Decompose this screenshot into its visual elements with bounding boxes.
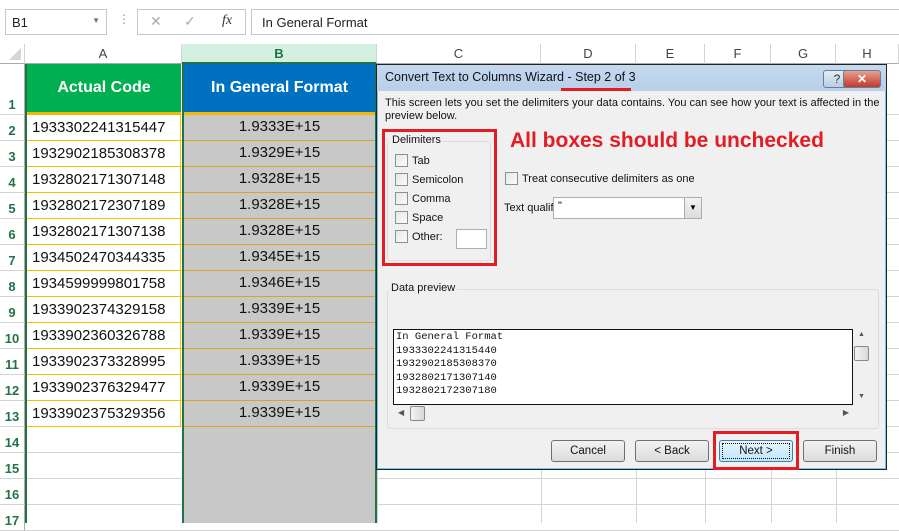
cell-b2[interactable]: 1.9333E+15	[184, 115, 375, 141]
cell-b11[interactable]: 1.9339E+15	[184, 349, 375, 375]
preview-line: 1932902185308370	[396, 358, 497, 370]
cell-a11[interactable]: 1933902373328995	[27, 349, 181, 375]
delimiters-highlight	[382, 129, 497, 266]
dialog-title-text: Convert Text to Columns Wizard -	[385, 70, 576, 84]
row-header-4[interactable]: 4	[0, 167, 25, 193]
cell-a13[interactable]: 1933902375329356	[27, 401, 181, 427]
cell-a9[interactable]: 1933902374329158	[27, 297, 181, 323]
column-header-b[interactable]: B	[182, 44, 377, 64]
cell-a7[interactable]: 1934502470344335	[27, 245, 181, 271]
scroll-thumb[interactable]	[410, 406, 425, 421]
cancel-icon[interactable]: ✕	[150, 13, 162, 30]
cell-a6[interactable]: 1932802171307138	[27, 219, 181, 245]
drag-handle-icon[interactable]: ⋮	[118, 12, 130, 26]
gridline	[25, 478, 899, 479]
cell-b1[interactable]: In General Format	[184, 64, 375, 115]
horizontal-scrollbar[interactable]: ◀ ▶	[393, 405, 853, 422]
column-header-f[interactable]: F	[705, 44, 771, 64]
checkbox-box[interactable]	[505, 172, 518, 185]
column-header-g[interactable]: G	[771, 44, 836, 64]
close-button[interactable]: ✕	[843, 70, 881, 88]
row-header-11[interactable]: 11	[0, 349, 25, 375]
gridline	[25, 504, 899, 505]
cell-b4[interactable]: 1.9328E+15	[184, 167, 375, 193]
cell-a2[interactable]: 1933302241315447	[27, 115, 181, 141]
formula-input[interactable]: In General Format	[251, 9, 899, 35]
cell-b8[interactable]: 1.9346E+15	[184, 271, 375, 297]
cell-a5[interactable]: 1932802172307189	[27, 193, 181, 219]
preview-line: In General Format	[396, 331, 504, 343]
row-header-5[interactable]: 5	[0, 193, 25, 219]
row-header-6[interactable]: 6	[0, 219, 25, 245]
row-header-16[interactable]: 16	[0, 479, 25, 505]
cell-b13[interactable]: 1.9339E+15	[184, 401, 375, 427]
finish-button[interactable]: Finish	[803, 440, 877, 462]
next-highlight	[713, 431, 799, 470]
formula-buttons: ✕ ✓ fx	[137, 9, 246, 35]
column-header-c[interactable]: C	[377, 44, 541, 64]
data-preview: In General Format 1933302241315440 1932902…	[393, 329, 853, 405]
consecutive-label: Treat consecutive delimiters as one	[522, 172, 695, 185]
preview-line: 1932802172307180	[396, 385, 497, 397]
preview-line: 1932802171307140	[396, 371, 497, 384]
row-header-14[interactable]: 14	[0, 427, 25, 453]
cell-a12[interactable]: 1933902376329477	[27, 375, 181, 401]
cell-b9[interactable]: 1.9339E+15	[184, 297, 375, 323]
select-all-corner[interactable]	[0, 44, 25, 64]
cell-a1[interactable]: Actual Code	[27, 64, 181, 115]
function-icon[interactable]: fx	[222, 13, 232, 29]
cell-a3[interactable]: 1932902185308378	[27, 141, 181, 167]
row-header-3[interactable]: 3	[0, 141, 25, 167]
cell-a10[interactable]: 1933902360326788	[27, 323, 181, 349]
column-header-h[interactable]: H	[836, 44, 899, 64]
scroll-right-icon[interactable]: ▶	[843, 408, 849, 417]
chevron-down-icon[interactable]: ▼	[684, 198, 701, 218]
scroll-down-icon[interactable]: ▼	[858, 393, 865, 400]
step-underline	[561, 88, 631, 91]
cell-a4[interactable]: 1932802171307148	[27, 167, 181, 193]
name-box[interactable]: B1 ▼	[5, 9, 107, 35]
cell-b5[interactable]: 1.9328E+15	[184, 193, 375, 219]
scroll-left-icon[interactable]: ◀	[398, 408, 404, 417]
vertical-scrollbar[interactable]: ▲ ▼	[853, 329, 870, 405]
cell-b12[interactable]: 1.9339E+15	[184, 375, 375, 401]
scroll-thumb[interactable]	[854, 346, 869, 361]
dialog-step: Step 2 of 3	[575, 70, 636, 84]
scroll-up-icon[interactable]: ▲	[858, 331, 865, 338]
cell-b7[interactable]: 1.9345E+15	[184, 245, 375, 271]
annotation-text: All boxes should be unchecked	[510, 129, 824, 152]
row-header-9[interactable]: 9	[0, 297, 25, 323]
consecutive-checkbox[interactable]: Treat consecutive delimiters as one	[505, 172, 695, 185]
cell-b3[interactable]: 1.9329E+15	[184, 141, 375, 167]
text-to-columns-dialog: Convert Text to Columns Wizard - Step 2 …	[376, 64, 887, 470]
column-header-d[interactable]: D	[541, 44, 636, 64]
qualifier-value: "	[558, 200, 562, 212]
formula-bar: B1 ▼ ⋮ ✕ ✓ fx In General Format	[0, 0, 899, 44]
row-header-15[interactable]: 15	[0, 453, 25, 479]
row-header-8[interactable]: 8	[0, 271, 25, 297]
dialog-description: This screen lets you set the delimiters …	[385, 97, 880, 122]
cell-a8[interactable]: 1934599999801758	[27, 271, 181, 297]
row-header-12[interactable]: 12	[0, 375, 25, 401]
column-header-a[interactable]: A	[25, 44, 182, 64]
dialog-title: Convert Text to Columns Wizard - Step 2 …	[377, 65, 886, 91]
row-header-2[interactable]: 2	[0, 115, 25, 141]
enter-icon[interactable]: ✓	[184, 13, 196, 30]
cell-b6[interactable]: 1.9328E+15	[184, 219, 375, 245]
preview-line: 1933302241315440	[396, 344, 497, 357]
data-preview-label: Data preview	[389, 282, 458, 294]
cancel-button[interactable]: Cancel	[551, 440, 625, 462]
chevron-down-icon[interactable]: ▼	[92, 16, 100, 25]
row-header-13[interactable]: 13	[0, 401, 25, 427]
row-header-10[interactable]: 10	[0, 323, 25, 349]
back-button[interactable]: < Back	[635, 440, 709, 462]
name-box-value: B1	[12, 15, 28, 30]
row-header-17[interactable]: 17	[0, 505, 25, 531]
row-header-1[interactable]: 1	[0, 64, 25, 115]
row-header-7[interactable]: 7	[0, 245, 25, 271]
column-a-border	[25, 64, 27, 523]
cell-b10[interactable]: 1.9339E+15	[184, 323, 375, 349]
column-header-e[interactable]: E	[636, 44, 705, 64]
text-qualifier-select[interactable]: " ▼	[553, 197, 702, 219]
